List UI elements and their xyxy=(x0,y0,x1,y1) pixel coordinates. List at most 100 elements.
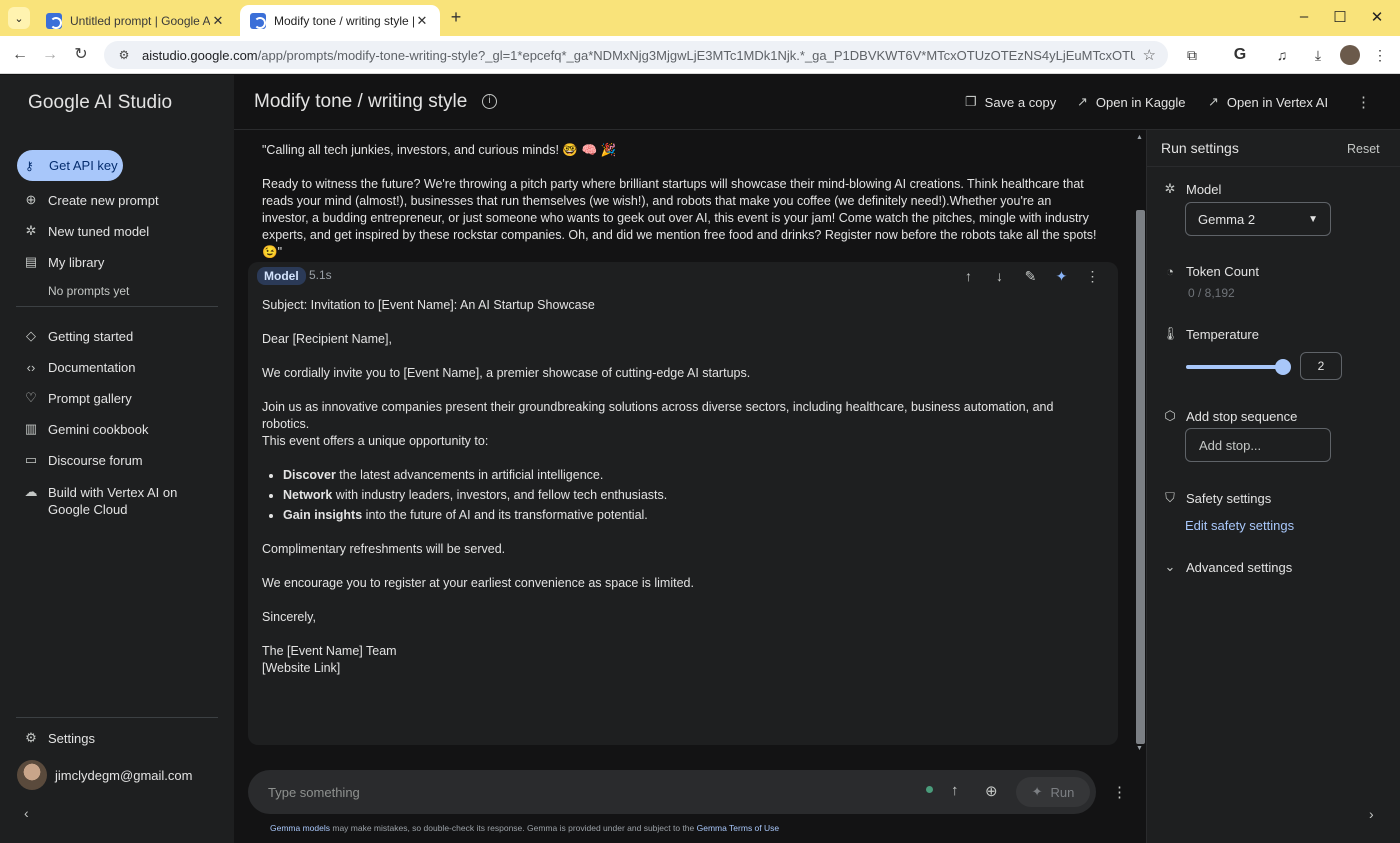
token-count-value: 0 / 8,192 xyxy=(1188,286,1235,300)
forward-arrow-icon[interactable]: → xyxy=(39,44,61,66)
response-sentence: This event offers a unique opportunity t… xyxy=(262,434,489,448)
close-icon[interactable]: ✕ xyxy=(414,13,430,29)
site-info-icon[interactable]: ⚙ xyxy=(116,47,132,63)
sidebar-item-discourse-forum[interactable]: ▭ Discourse forum xyxy=(22,450,143,470)
edit-safety-settings-link[interactable]: Edit safety settings xyxy=(1185,518,1294,533)
gemma-terms-link[interactable]: Gemma Terms of Use xyxy=(697,823,780,833)
scroll-up-arrow-icon[interactable]: ▲ xyxy=(1136,134,1143,141)
open-in-kaggle-button[interactable]: ↗ Open in Kaggle xyxy=(1077,94,1186,110)
close-icon[interactable]: ✕ xyxy=(210,13,226,29)
move-up-icon[interactable]: ↑ xyxy=(953,268,984,285)
browser-tab-untitled[interactable]: Untitled prompt | Google AI Studio ✕ xyxy=(36,5,236,36)
download-icon[interactable]: ⤓ xyxy=(1308,45,1328,65)
list-item: Discover the latest advancements in arti… xyxy=(283,467,1102,484)
google-extension-icon[interactable]: G xyxy=(1230,45,1250,65)
run-button[interactable]: ✦ Run xyxy=(1016,777,1090,807)
extensions-puzzle-icon[interactable]: ⧉ xyxy=(1182,45,1202,65)
composer-more-icon[interactable]: ⋮ xyxy=(1112,783,1127,801)
temperature-input[interactable]: 2 xyxy=(1300,352,1342,380)
response-signature: The [Event Name] Team [Website Link] xyxy=(262,643,1102,677)
browser-tab-active[interactable]: Modify tone / writing style | Google AI … xyxy=(240,5,440,36)
open-in-vertex-button[interactable]: ↗ Open in Vertex AI xyxy=(1208,94,1328,110)
browser-menu-icon[interactable]: ⋮ xyxy=(1370,45,1390,65)
user-message-line: Ready to witness the future? We're throw… xyxy=(262,177,1097,259)
bookmark-star-icon[interactable]: ☆ xyxy=(1143,46,1156,64)
url-text[interactable]: aistudio.google.com/app/prompts/modify-t… xyxy=(142,48,1135,63)
sidebar-item-settings[interactable]: ⚙ Settings xyxy=(22,728,95,748)
model-response-card: Model 5.1s ↑ ↓ ✎ ✦ ⋮ Subject: Invitation… xyxy=(248,262,1118,745)
stop-sequence-input[interactable] xyxy=(1185,428,1331,462)
library-empty-text: No prompts yet xyxy=(48,284,130,298)
maximize-icon[interactable]: ☐ xyxy=(1330,8,1350,26)
window-close-icon[interactable]: ✕ xyxy=(1367,8,1387,26)
sparkle-rerun-icon[interactable]: ✦ xyxy=(1046,268,1077,285)
move-down-icon[interactable]: ↓ xyxy=(984,268,1015,285)
sidebar-item-documentation[interactable]: ‹› Documentation xyxy=(22,357,136,377)
chat-scrollbar-thumb[interactable] xyxy=(1136,210,1145,744)
save-copy-label: Save a copy xyxy=(984,94,1057,110)
browser-tab-bar: ⌄ Untitled prompt | Google AI Studio ✕ M… xyxy=(0,0,1400,36)
gemma-models-link[interactable]: Gemma models xyxy=(270,823,330,833)
model-setting-label: ✲ Model xyxy=(1162,181,1222,197)
token-count-label: ◔ Token Count xyxy=(1162,264,1259,279)
brand-title: Google AI Studio xyxy=(28,92,173,113)
add-media-icon[interactable]: ⊕ xyxy=(985,782,998,800)
minimize-icon[interactable]: – xyxy=(1294,8,1314,25)
scroll-down-arrow-icon[interactable]: ▼ xyxy=(1136,745,1143,752)
save-copy-button[interactable]: ❐ Save a copy xyxy=(965,94,1056,110)
more-options-icon[interactable]: ⋮ xyxy=(1356,93,1371,111)
more-options-icon[interactable]: ⋮ xyxy=(1077,268,1108,285)
setting-label: Model xyxy=(1186,181,1222,197)
user-email: jimclydegm@gmail.com xyxy=(55,767,193,783)
sidebar-item-my-library[interactable]: ▤ My library xyxy=(22,252,105,272)
signature-line: [Website Link] xyxy=(262,661,341,675)
sidebar-item-build-vertex[interactable]: ☁ Build with Vertex AI on Google Cloud xyxy=(22,484,188,520)
response-greeting: Dear [Recipient Name], xyxy=(262,332,392,346)
arrow-up-icon[interactable]: ↑ xyxy=(951,782,959,799)
bullet-text: the latest advancements in artificial in… xyxy=(335,468,604,482)
sidebar-item-label: Settings xyxy=(48,730,95,746)
sidebar-item-label: Getting started xyxy=(48,328,134,344)
tab-title: Untitled prompt | Google AI Studio xyxy=(70,13,210,28)
copy-icon: ❐ xyxy=(965,94,977,109)
edit-pencil-icon[interactable]: ✎ xyxy=(1015,268,1046,285)
user-account[interactable]: jimclydegm@gmail.com xyxy=(17,760,192,790)
sparkle-icon: ✦ xyxy=(1031,784,1043,799)
sidebar-item-create-prompt[interactable]: ⊕ Create new prompt xyxy=(22,190,159,210)
advanced-settings-toggle[interactable]: ⌄ Advanced settings xyxy=(1162,559,1293,575)
disclaimer-text: may make mistakes, so double-check its r… xyxy=(330,823,697,833)
code-icon: ‹› xyxy=(26,359,36,375)
sidebar-item-label: Build with Vertex AI on Google Cloud xyxy=(48,485,178,517)
sidebar-item-label: My library xyxy=(48,254,105,270)
new-tab-plus-icon[interactable]: + xyxy=(446,8,466,26)
sidebar-item-getting-started[interactable]: ◇ Getting started xyxy=(22,326,133,346)
sidebar-item-new-tuned-model[interactable]: ✲ New tuned model xyxy=(22,221,150,241)
tab-search-icon[interactable]: ⌄ xyxy=(8,7,30,29)
dropdown-caret-icon: ▼ xyxy=(1308,213,1318,225)
bullet-bold: Discover xyxy=(283,468,336,482)
key-icon: ⚷ xyxy=(25,158,34,173)
ai-studio-favicon-icon xyxy=(250,12,266,29)
sidebar-item-prompt-gallery[interactable]: ♡ Prompt gallery xyxy=(22,388,132,408)
model-icon: ✲ xyxy=(1164,181,1176,196)
profile-avatar-icon[interactable] xyxy=(1340,45,1360,65)
get-api-key-button[interactable]: ⚷ Get API key xyxy=(17,150,123,181)
token-icon: ◔ xyxy=(1166,264,1174,279)
model-select[interactable]: Gemma 2 ▼ xyxy=(1185,202,1331,236)
media-controls-icon[interactable]: ♫ xyxy=(1272,45,1292,65)
chevron-right-icon[interactable]: › xyxy=(1369,806,1374,822)
response-paragraph: We encourage you to register at your ear… xyxy=(262,576,694,590)
book-icon: ▥ xyxy=(24,421,38,436)
ai-studio-favicon-icon xyxy=(46,12,62,29)
chevron-left-icon[interactable]: ‹ xyxy=(24,805,29,821)
info-icon[interactable]: i xyxy=(482,94,497,109)
reload-icon[interactable]: ↻ xyxy=(70,44,92,66)
back-arrow-icon[interactable]: ← xyxy=(9,44,31,66)
url-omnibox[interactable]: ⚙ aistudio.google.com/app/prompts/modify… xyxy=(104,41,1168,69)
response-paragraph: Join us as innovative companies present … xyxy=(262,399,1102,450)
sidebar-item-gemini-cookbook[interactable]: ▥ Gemini cookbook xyxy=(22,419,149,439)
reset-button[interactable]: Reset xyxy=(1347,142,1380,156)
prompt-input[interactable] xyxy=(268,782,868,802)
temperature-slider-handle[interactable] xyxy=(1275,359,1291,375)
stop-sequence-label: ⬡ Add stop sequence xyxy=(1162,408,1297,424)
